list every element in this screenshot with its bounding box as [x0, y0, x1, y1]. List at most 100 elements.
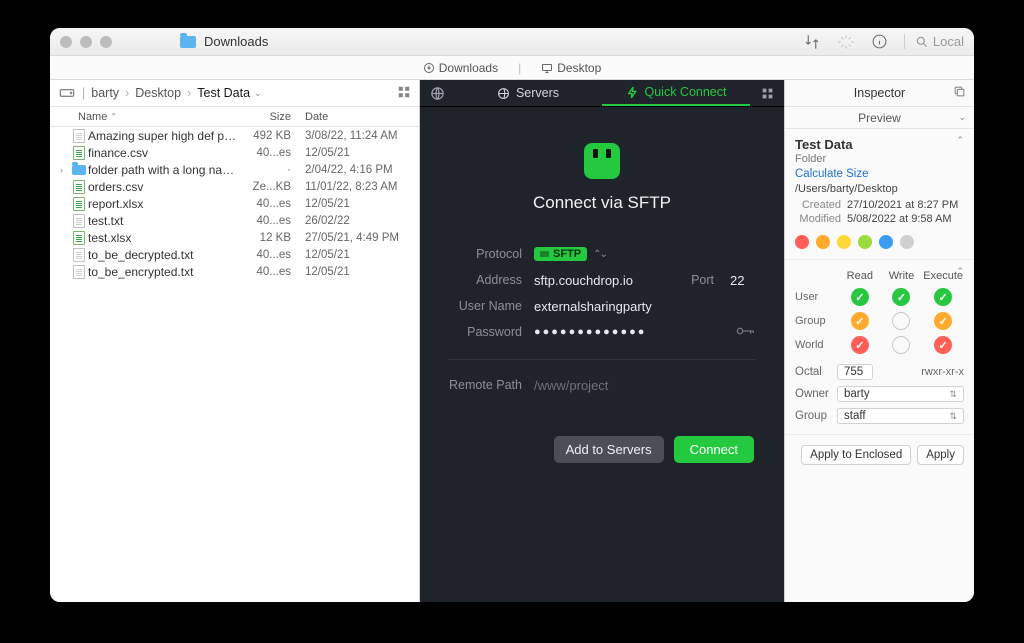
file-date: 2/04/22, 4:16 PM — [299, 164, 419, 176]
tab-quick-connect[interactable]: Quick Connect — [602, 80, 750, 106]
file-name: to_be_decrypted.txt — [88, 248, 241, 262]
remote-path-field[interactable]: /www/project — [534, 378, 608, 393]
disclosure-icon[interactable]: › — [60, 165, 70, 175]
collapse-icon[interactable]: ⌃ — [956, 266, 964, 277]
perm-toggle[interactable] — [892, 288, 910, 306]
octal-field[interactable]: 755 — [837, 364, 873, 380]
tag-color[interactable] — [816, 235, 830, 249]
connect-button[interactable]: Connect — [674, 436, 754, 463]
perm-toggle[interactable] — [892, 336, 910, 354]
window-title: Downloads — [204, 34, 268, 49]
username-field[interactable]: externalsharingparty — [534, 299, 652, 314]
perm-toggle[interactable] — [851, 336, 869, 354]
table-row[interactable]: test.xlsx12 KB27/05/21, 4:49 PM — [50, 229, 419, 246]
tag-color[interactable] — [879, 235, 893, 249]
table-row[interactable]: test.txt40...es26/02/22 — [50, 212, 419, 229]
plug-icon — [584, 143, 620, 179]
perm-toggle[interactable] — [934, 336, 952, 354]
view-mode-icon[interactable] — [397, 85, 411, 102]
file-size: 40...es — [241, 249, 299, 261]
key-icon[interactable] — [736, 324, 756, 341]
perm-toggle[interactable] — [851, 312, 869, 330]
activity-icon — [836, 32, 856, 52]
inspector-header: Inspector — [785, 80, 974, 107]
location-downloads[interactable]: Downloads — [423, 61, 498, 75]
tag-color[interactable] — [858, 235, 872, 249]
protocol-select[interactable]: SFTP ⌃⌄ — [534, 247, 756, 261]
calculate-size-link[interactable]: Calculate Size — [795, 168, 869, 180]
globe-icon[interactable] — [420, 80, 454, 106]
table-row[interactable]: ›folder path with a long name hh...·2/04… — [50, 161, 419, 178]
add-to-servers-button[interactable]: Add to Servers — [554, 436, 664, 463]
folder-icon — [70, 165, 88, 175]
file-date: 3/08/22, 11:24 AM — [299, 130, 419, 142]
location-desktop[interactable]: Desktop — [541, 61, 601, 75]
file-name: folder path with a long name hh... — [88, 163, 241, 177]
table-row[interactable]: Amazing super high def photo....492 KB3/… — [50, 127, 419, 144]
grid-icon[interactable] — [750, 80, 784, 106]
file-size: 40...es — [241, 266, 299, 278]
col-date[interactable]: Date — [299, 111, 419, 123]
port-field[interactable]: 22 — [730, 273, 756, 288]
collapse-icon[interactable]: ⌃ — [956, 135, 964, 146]
file-name: Amazing super high def photo.... — [88, 129, 241, 143]
crumb-user[interactable]: barty — [91, 86, 119, 100]
modified-value: 5/08/2022 at 9:58 AM — [847, 213, 964, 225]
perm-toggle[interactable] — [851, 288, 869, 306]
owner-select[interactable]: barty⇅ — [837, 386, 964, 402]
table-row[interactable]: orders.csvZe...KB11/01/22, 8:23 AM — [50, 178, 419, 195]
chevron-down-icon: ⌄ — [958, 112, 966, 123]
file-icon — [70, 214, 88, 228]
table-row[interactable]: report.xlsx40...es12/05/21 — [50, 195, 419, 212]
chevron-updown-icon: ⌃⌄ — [593, 249, 606, 260]
tag-color[interactable] — [795, 235, 809, 249]
sync-icon[interactable] — [802, 32, 822, 52]
apply-row: Apply to Enclosed Apply — [785, 435, 974, 475]
apply-button[interactable]: Apply — [917, 445, 964, 465]
file-name: finance.csv — [88, 146, 241, 160]
preview-select[interactable]: Preview ⌄ — [785, 107, 974, 129]
perm-toggle[interactable] — [892, 312, 910, 330]
tag-color[interactable] — [837, 235, 851, 249]
zoom-window-icon[interactable] — [100, 36, 112, 48]
perm-toggle[interactable] — [934, 312, 952, 330]
group-select[interactable]: staff⇅ — [837, 408, 964, 424]
crumb-current[interactable]: Test Data ⌄ — [197, 86, 261, 100]
permissions-block: ⌃ ReadWriteExecuteUserGroupWorld Octal 7… — [785, 260, 974, 435]
port-label: Port — [691, 273, 714, 287]
col-size[interactable]: Size — [241, 111, 299, 123]
item-path: /Users/barty/Desktop — [795, 183, 964, 195]
col-name[interactable]: Name⌃ — [78, 111, 241, 123]
app-window: Downloads Local Downloads | Desktop — [50, 28, 974, 602]
disk-icon[interactable] — [58, 87, 76, 99]
search-field[interactable]: Local — [904, 34, 964, 49]
table-row[interactable]: to_be_encrypted.txt40...es12/05/21 — [50, 263, 419, 280]
crumb-desktop[interactable]: Desktop — [135, 86, 181, 100]
file-name: test.txt — [88, 214, 241, 228]
sort-asc-icon: ⌃ — [110, 112, 117, 121]
table-row[interactable]: to_be_decrypted.txt40...es12/05/21 — [50, 246, 419, 263]
close-window-icon[interactable] — [60, 36, 72, 48]
file-date: 12/05/21 — [299, 266, 419, 278]
address-field[interactable]: sftp.couchdrop.io — [534, 273, 633, 288]
file-size: 40...es — [241, 147, 299, 159]
tab-servers[interactable]: Servers — [454, 80, 602, 106]
password-field[interactable]: ●●●●●●●●●●●●● — [534, 326, 646, 338]
info-block: ⌃ Test Data Folder Calculate Size /Users… — [785, 129, 974, 260]
perm-row-label: World — [795, 339, 839, 351]
apply-enclosed-button[interactable]: Apply to Enclosed — [801, 445, 911, 465]
column-headers: Name⌃ Size Date — [50, 107, 419, 127]
perm-toggle[interactable] — [934, 288, 952, 306]
file-size: 492 KB — [241, 130, 299, 142]
copy-icon[interactable] — [953, 85, 966, 101]
file-icon — [70, 146, 88, 160]
minimize-window-icon[interactable] — [80, 36, 92, 48]
file-icon — [70, 129, 88, 143]
tag-color[interactable] — [900, 235, 914, 249]
perm-row-label: Group — [795, 315, 839, 327]
address-label: Address — [448, 273, 534, 287]
info-icon[interactable] — [870, 32, 890, 52]
table-row[interactable]: finance.csv40...es12/05/21 — [50, 144, 419, 161]
remote-path-label: Remote Path — [448, 378, 534, 392]
file-size: 12 KB — [241, 232, 299, 244]
